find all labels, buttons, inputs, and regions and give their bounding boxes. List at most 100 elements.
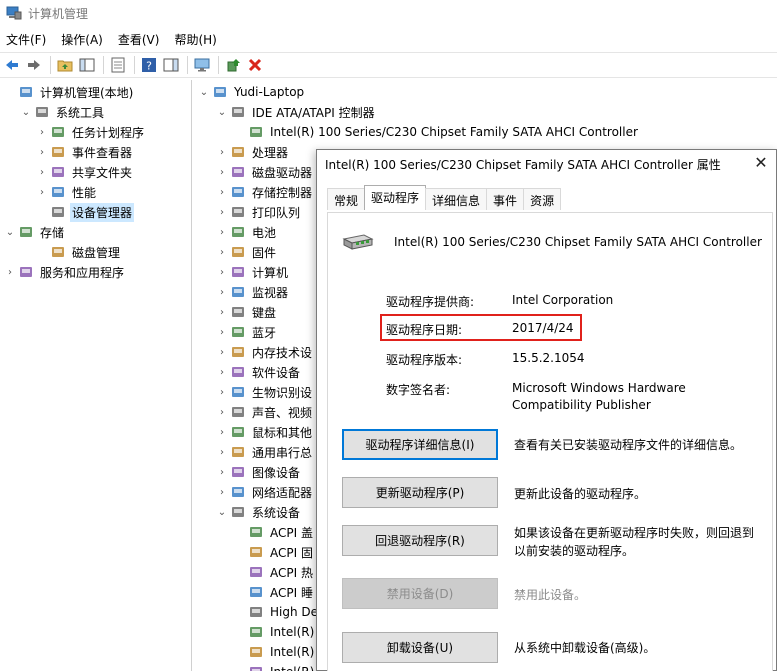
chevron-right-icon[interactable]: › [216, 327, 228, 338]
nav-tree-item-label: 存储 [40, 225, 65, 240]
device-tree-row[interactable]: › 软件设备 [216, 362, 302, 382]
show-hide-tree-icon[interactable] [77, 55, 97, 75]
chevron-right-icon[interactable]: › [216, 147, 228, 158]
nav-tree-item-label: 磁盘管理 [72, 245, 121, 260]
nav-tree-row[interactable]: › 共享文件夹 [36, 162, 134, 182]
chevron-right-icon[interactable]: › [216, 347, 228, 358]
device-tree-row[interactable]: ACPI 睡 [234, 582, 315, 602]
chevron-down-icon[interactable]: ⌄ [4, 227, 16, 238]
nav-tree-row[interactable]: ⌄ 系统工具 [20, 102, 106, 122]
chevron-right-icon[interactable]: › [216, 387, 228, 398]
chevron-down-icon[interactable]: ⌄ [216, 107, 228, 118]
action-pane-icon[interactable] [161, 55, 181, 75]
device-tree-row[interactable]: High De [234, 602, 320, 622]
nav-tree-row[interactable]: ⌄ 存储 [4, 222, 66, 242]
chevron-right-icon[interactable]: › [36, 167, 48, 178]
nav-tree-row[interactable]: 计算机管理(本地) [4, 82, 135, 102]
device-tree-row[interactable]: › 处理器 [216, 142, 290, 162]
nav-tree-item-label: 计算机管理(本地) [40, 85, 134, 100]
nav-tree-row[interactable]: 磁盘管理 [36, 242, 122, 262]
disable-device-button[interactable]: 禁用设备(D) [342, 578, 498, 609]
uninstall-x-icon[interactable] [245, 55, 265, 75]
tab-resources[interactable]: 资源 [523, 188, 562, 210]
chevron-right-icon[interactable]: › [216, 227, 228, 238]
menu-help[interactable]: 帮助(H) [174, 31, 216, 48]
tab-general[interactable]: 常规 [327, 188, 366, 210]
device-tree-row[interactable]: › 监视器 [216, 282, 290, 302]
chevron-right-icon[interactable]: › [216, 187, 228, 198]
tab-events[interactable]: 事件 [486, 188, 525, 210]
device-tree-row[interactable]: ⌄ 系统设备 [216, 502, 302, 522]
nav-tree-row[interactable]: 设备管理器 [36, 202, 135, 222]
chevron-right-icon[interactable]: › [4, 267, 16, 278]
driver-details-button[interactable]: 驱动程序详细信息(I) [342, 429, 498, 460]
update-driver-button[interactable]: 更新驱动程序(P) [342, 477, 498, 508]
device-tree-row[interactable]: ACPI 热 [234, 562, 315, 582]
folder-up-icon[interactable] [55, 55, 75, 75]
device-tree-row[interactable]: › 图像设备 [216, 462, 302, 482]
device-tree-row[interactable]: › 固件 [216, 242, 278, 262]
chevron-right-icon[interactable]: › [216, 247, 228, 258]
nav-tree-row[interactable]: › 事件查看器 [36, 142, 134, 162]
chevron-right-icon[interactable]: › [216, 407, 228, 418]
device-tree-row[interactable]: Intel(R) 100 Series/C230 Chipset Family … [234, 122, 640, 142]
menu-action[interactable]: 操作(A) [61, 31, 103, 48]
device-tree-row[interactable]: ⌄ IDE ATA/ATAPI 控制器 [216, 102, 377, 122]
chevron-right-icon[interactable]: › [36, 187, 48, 198]
monitor-icon[interactable] [192, 55, 212, 75]
menu-file[interactable]: 文件(F) [6, 31, 46, 48]
chevron-right-icon[interactable]: › [216, 487, 228, 498]
device-tree-row[interactable]: › 内存技术设 [216, 342, 314, 362]
chevron-right-icon[interactable]: › [216, 167, 228, 178]
device-tree-row[interactable]: › 通用串行总 [216, 442, 314, 462]
nav-tree-row[interactable]: › 服务和应用程序 [4, 262, 126, 282]
nav-tree-row[interactable]: › 任务计划程序 [36, 122, 146, 142]
chevron-right-icon[interactable]: › [216, 267, 228, 278]
chevron-right-icon[interactable]: › [216, 287, 228, 298]
update-driver-icon[interactable] [223, 55, 243, 75]
chevron-right-icon[interactable]: › [216, 447, 228, 458]
chevron-right-icon[interactable]: › [36, 147, 48, 158]
chevron-down-icon[interactable]: ⌄ [216, 507, 228, 518]
chevron-right-icon[interactable]: › [36, 127, 48, 138]
chevron-down-icon[interactable]: ⌄ [198, 87, 210, 98]
device-tree-item-label: Intel(R) [270, 645, 315, 659]
device-tree-row[interactable]: › 电池 [216, 222, 278, 242]
chevron-right-icon[interactable]: › [216, 367, 228, 378]
device-tree-row[interactable]: › 生物识别设 [216, 382, 314, 402]
device-tree-row[interactable]: › 计算机 [216, 262, 290, 282]
device-tree-row[interactable]: ACPI 固 [234, 542, 315, 562]
menu-view[interactable]: 查看(V) [118, 31, 160, 48]
device-tree-row[interactable]: › 磁盘驱动器 [216, 162, 314, 182]
tab-details[interactable]: 详细信息 [425, 188, 488, 210]
device-tree-row[interactable]: › 打印队列 [216, 202, 302, 222]
rollback-driver-button[interactable]: 回退驱动程序(R) [342, 525, 498, 556]
chevron-down-icon[interactable]: ⌄ [20, 107, 32, 118]
device-tree-row[interactable]: Intel(R) [234, 662, 316, 671]
uninstall-device-button[interactable]: 卸载设备(U) [342, 632, 498, 663]
device-tree-row[interactable]: › 蓝牙 [216, 322, 278, 342]
nav-tree-row[interactable]: › 性能 [36, 182, 98, 202]
chevron-right-icon[interactable]: › [216, 467, 228, 478]
device-tree-row[interactable]: › 存储控制器 [216, 182, 314, 202]
forward-arrow-icon[interactable] [24, 55, 44, 75]
device-tree-row[interactable]: Intel(R) [234, 622, 316, 642]
help-icon[interactable]: ? [139, 55, 159, 75]
close-icon[interactable]: ✕ [750, 152, 772, 174]
tab-driver[interactable]: 驱动程序 [364, 185, 427, 210]
toolbar-separator [187, 56, 188, 74]
chevron-right-icon[interactable]: › [216, 307, 228, 318]
driver-date-label: 驱动程序日期: [386, 323, 463, 337]
chevron-right-icon[interactable]: › [216, 207, 228, 218]
device-tree-row[interactable]: › 网络适配器 [216, 482, 314, 502]
device-tree-row[interactable]: ⌄ Yudi-Laptop [198, 82, 306, 102]
back-arrow-icon[interactable] [2, 55, 22, 75]
device-tree-row[interactable]: › 鼠标和其他 [216, 422, 314, 442]
device-tree-row[interactable]: ACPI 盖 [234, 522, 315, 542]
device-tree-row[interactable]: Intel(R) [234, 642, 316, 662]
chevron-right-icon[interactable]: › [216, 427, 228, 438]
properties-icon[interactable] [108, 55, 128, 75]
device-tree-row[interactable]: › 键盘 [216, 302, 278, 322]
device-tree-row[interactable]: › 声音、视频 [216, 402, 314, 422]
device-tree-item-label: 软件设备 [252, 365, 301, 380]
